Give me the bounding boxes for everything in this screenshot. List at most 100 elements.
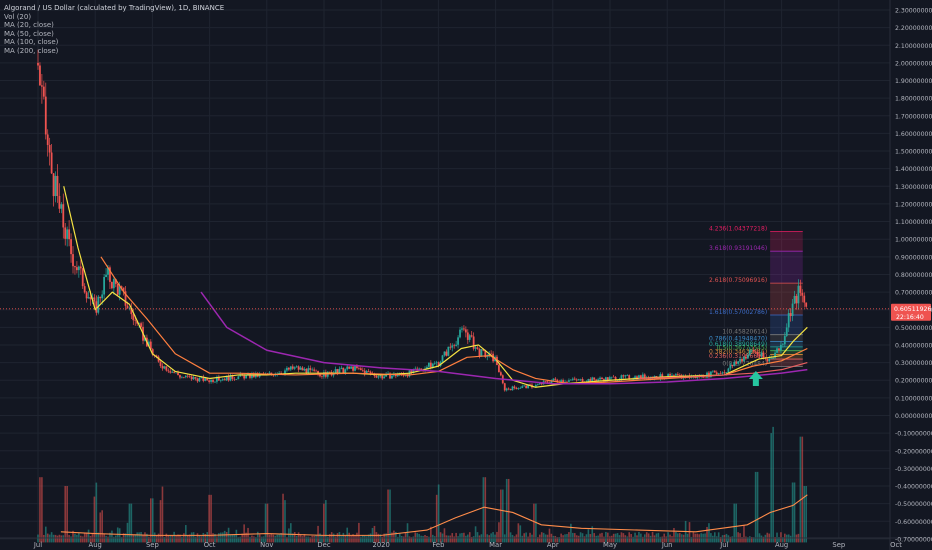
candle-body	[606, 377, 609, 380]
candle-body	[223, 379, 226, 381]
volume-bar	[338, 532, 341, 543]
fib-level-label: 0(0.27726484)	[722, 361, 767, 368]
candle-body	[77, 266, 80, 271]
candle-body	[361, 369, 364, 371]
volume-bar	[138, 532, 140, 543]
candle-body	[739, 359, 741, 362]
candle-body	[715, 372, 718, 375]
last-price-value: 0.60511926	[894, 306, 931, 313]
candle-body	[459, 329, 461, 338]
candle-body	[346, 366, 349, 370]
candle-body	[731, 365, 734, 367]
volume-bar	[68, 535, 70, 543]
price-tick-label: 1.20000000	[895, 201, 932, 208]
volume-bar	[422, 535, 424, 543]
volume-bar	[373, 525, 376, 543]
candle-body	[37, 62, 39, 66]
volume-bar	[638, 531, 640, 543]
candle-body	[801, 292, 804, 296]
candle-body	[575, 379, 578, 381]
candle-body	[713, 370, 716, 373]
volume-bar	[365, 536, 368, 543]
volume-bar	[311, 535, 314, 543]
candle-body	[472, 336, 475, 349]
legend-ma200[interactable]: MA (200, close)	[4, 47, 224, 56]
candle-body	[391, 375, 393, 379]
candle-body	[717, 373, 720, 375]
price-tick-label: 2.00000000	[895, 60, 932, 67]
candle-body	[301, 367, 304, 371]
candle-body	[760, 352, 763, 357]
candle-body	[173, 371, 176, 373]
volume-bar	[447, 535, 450, 543]
price-tick-label: 1.60000000	[895, 131, 932, 138]
price-tick-label: -0.40000000	[895, 484, 932, 491]
volume-bar	[717, 532, 720, 543]
volume-bar	[56, 535, 59, 543]
candle-body	[186, 375, 189, 377]
candle-body	[554, 378, 557, 380]
volume-bar	[116, 527, 119, 543]
price-tick-label: 0.10000000	[895, 395, 932, 402]
candle-body	[165, 366, 168, 371]
volume-bar	[453, 536, 455, 543]
volume-bar	[754, 471, 757, 543]
volume-bar	[468, 532, 471, 543]
candle-body	[745, 356, 747, 359]
time-tick-label: Oct	[890, 541, 902, 549]
candle-body	[303, 368, 306, 371]
candle-body	[612, 376, 615, 378]
candle-body	[101, 294, 104, 299]
candle-body	[704, 377, 706, 379]
candle-body	[140, 323, 142, 327]
candle-body	[342, 367, 345, 373]
time-tick-label: Apr	[547, 541, 559, 549]
volume-bar	[570, 523, 572, 543]
volume-bar	[618, 535, 621, 543]
volume-bar	[731, 536, 734, 543]
time-tick-label: Jul	[719, 541, 728, 549]
candle-body	[507, 388, 510, 390]
candle-body	[179, 375, 181, 378]
candle-body	[85, 292, 88, 299]
candle-body	[569, 379, 572, 381]
candle-body	[552, 378, 555, 381]
candle-body	[328, 371, 331, 373]
volume-bar	[64, 486, 67, 543]
volume-bar	[527, 536, 529, 543]
volume-bar	[264, 503, 267, 543]
time-tick-label: Oct	[204, 541, 216, 549]
ma20-line	[63, 186, 808, 388]
fib-zone	[770, 251, 803, 284]
volume-bar	[186, 535, 189, 543]
candle-body	[336, 369, 339, 373]
volume-bar	[114, 535, 117, 543]
fib-level-label: 2.618(0.75096916)	[709, 277, 767, 284]
price-chart[interactable]: 0(0.27726484)0.236(0.31996698)0.382(0.34…	[0, 0, 932, 550]
legend-ma100[interactable]: MA (100, close)	[4, 38, 224, 47]
candle-body	[523, 385, 526, 387]
candle-body	[161, 365, 164, 369]
candle-body	[163, 366, 166, 369]
candle-body	[793, 295, 796, 304]
candle-body	[46, 134, 49, 145]
volume-bar	[76, 534, 78, 543]
volume-bar	[420, 535, 422, 543]
volume-bar	[39, 477, 41, 543]
legend-volume[interactable]: Vol (20)	[4, 13, 224, 22]
candle-body	[97, 296, 100, 313]
legend-ma50[interactable]: MA (50, close)	[4, 30, 224, 39]
candle-body	[414, 368, 417, 370]
volume-bar	[472, 536, 475, 543]
candle-body	[723, 372, 726, 374]
volume-bar	[43, 534, 45, 543]
candle-body	[674, 374, 677, 376]
volume-bar	[645, 532, 648, 543]
legend-ma20[interactable]: MA (20, close)	[4, 21, 224, 30]
candle-body	[781, 344, 784, 345]
time-tick-label: Nov	[260, 541, 273, 549]
candle-body	[181, 377, 183, 378]
volume-bar	[649, 535, 652, 543]
volume-bar	[626, 536, 629, 543]
candle-body	[577, 379, 580, 381]
